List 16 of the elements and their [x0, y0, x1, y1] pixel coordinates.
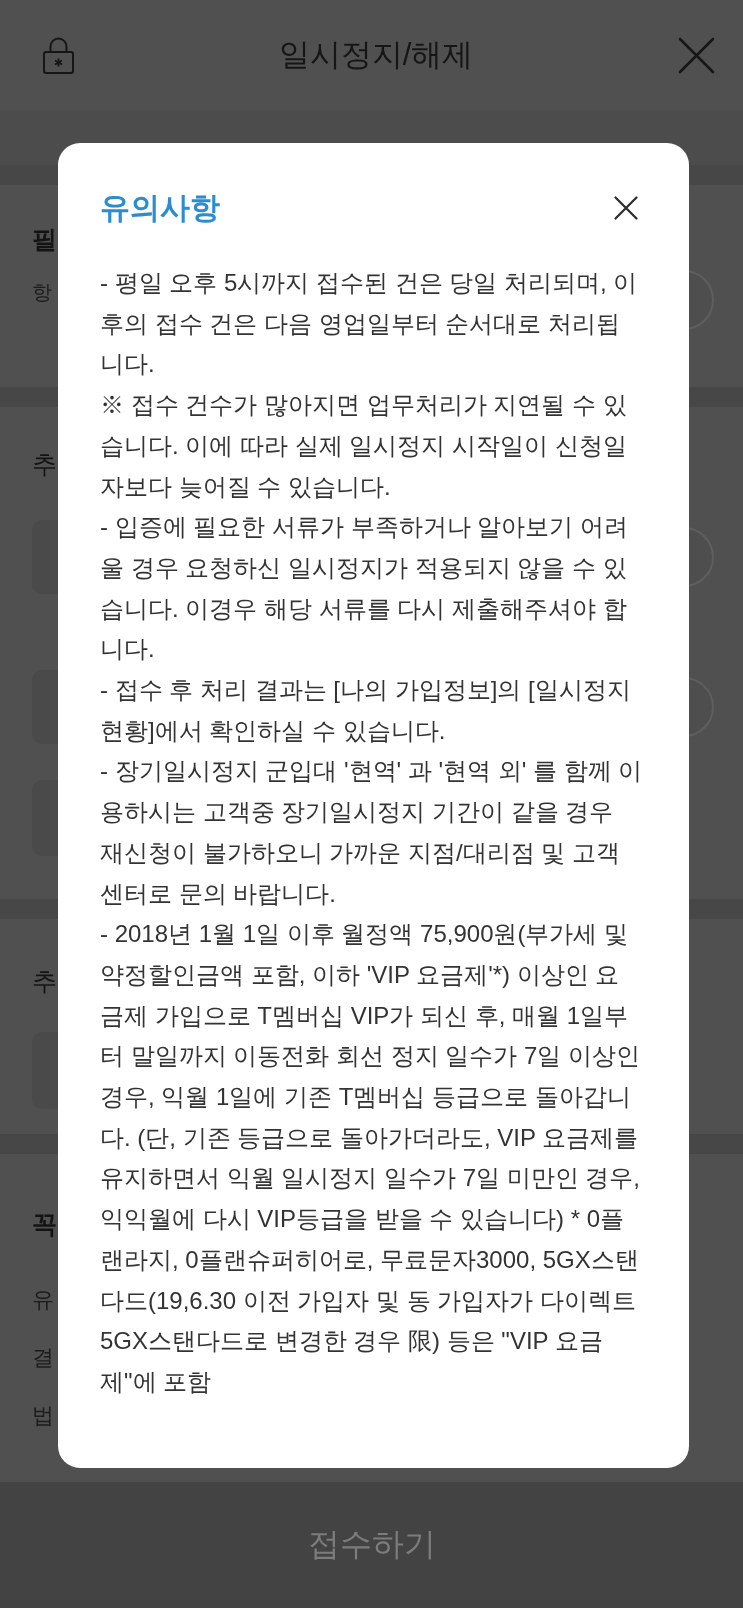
section-title: 필	[32, 224, 57, 254]
notice-text: - 입증에 필요한 서류가 부족하거나 알아보기 어려울 경우 요청하신 일시정지가 적용되지 않을 수 있습니다. 이경우 해당 서류를 다시 제출해주셔야 합니다.	[100, 512, 629, 665]
close-icon	[678, 36, 715, 74]
notice-text: ※ 접수 건수가 많아지면 업무처리가 지연될 수 있습니다. 이에 따라 실제 일시정지 시작일이 신청일자보다 늦어질 수 있습니다.	[100, 390, 628, 502]
padlock-icon	[43, 36, 74, 74]
dialog-title: 유의사항	[100, 189, 220, 226]
section-title: 추	[32, 449, 57, 479]
close-button[interactable]	[614, 196, 638, 220]
notice-text: - 접수 후 처리 결과는 [나의 가입정보]의 [일시정지 현황]에서 확인하실 수 있습니다.	[100, 675, 632, 746]
notice-text: - 평일 오후 5시까지 접수된 건은 당일 처리되며, 이후의 접수 건은 다음 영업일부터 순서대로 처리됩니다.	[100, 268, 639, 380]
page-title: 일시정지/해제	[278, 36, 474, 74]
section-title: 추	[32, 966, 57, 996]
section-title: 꼭	[32, 1209, 57, 1239]
notice-text: - 2018년 1월 1일 이후 월정액 75,900원(부가세 및 약정할인금액 포함, 이하 'VIP 요금제'*) 이상인 요금제 가입으로 T멤버십 VIP가 되신 후, 매월 1일부터 말일까지 이동전화 회선 정지 일수가 7일 이상인 경우, 익월 1일에 기존 T멤버십 등급으로 돌아갑니다. (단, 기존 등급으로 돌아가더라도, VIP 요금제를 유지하면서 익월 일시정지 일수가 7일 미만인 경우, 익익월에 다시 VIP등급을 받을 수 있습니다) * 0플랜라지, 0플랜슈퍼히어로, 무료문자3000, 5GX스탠다드(19,6.30 이전 가입자 및 동 가입자가 다이렉트 5GX스탠다드로 변경한 경우 限) 등은 "VIP 요금제"에 포함	[100, 919, 642, 1397]
notice-text: - 장기일시정지 군입대 '현역' 과 '현역 외' 를 함께 이용하시는 고객중 장기일시정지 기간이 같을 경우 재신청이 불가하오니 가까운 지점/대리점 및 고객센터로 문의 바랍니다.	[100, 756, 643, 909]
close-icon	[614, 196, 638, 220]
